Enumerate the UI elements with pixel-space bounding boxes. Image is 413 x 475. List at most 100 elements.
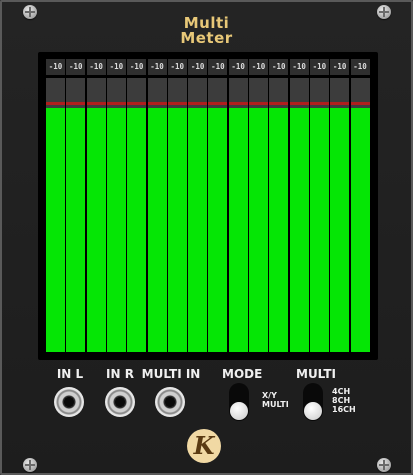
meter-display: -10 -10 -10 -10 -10 -10 -10 -10 -10 -10 -10 -10 -10-… [38,52,378,360]
meter-level-bar [86,108,106,352]
meter-track [309,78,329,352]
meter-channel-14: -10 [309,59,329,352]
meter-peak-indicator [350,102,370,105]
meter-db-label: -10 [66,59,86,75]
multi-option-16ch: 16CH [332,405,356,414]
module-title: Multi Meter [2,16,411,46]
meter-peak-indicator [46,102,65,105]
meter-level-bar [106,108,126,352]
meter-level-bar [228,108,248,352]
meter-track [147,78,167,352]
meter-level-bar [249,108,268,352]
meter-db-label: -10 [167,59,187,75]
meter-db-label: -10 [86,59,106,75]
meter-peak-indicator [309,102,329,105]
mode-switch[interactable] [229,383,249,421]
meter-track [350,78,370,352]
meter-track [289,78,309,352]
meter-channel-11: -10 [249,59,268,352]
meter-db-label: -10 [330,59,350,75]
multi-in-jack[interactable] [155,387,185,417]
meter-track [46,78,65,352]
meter-peak-indicator [66,102,86,105]
meter-db-label: -10 [147,59,167,75]
meter-track [330,78,350,352]
module-panel: Multi Meter -10 -10 -10 -10 -10 -10 -10 -10 -10-… [0,0,413,475]
meter-level-bar [208,108,228,352]
meter-channel-10: -10 [228,59,248,352]
meter-peak-indicator [208,102,228,105]
mode-switch-knob[interactable] [230,402,248,420]
meter-track [249,78,268,352]
meter-channel-4: -10 [106,59,126,352]
multi-option-8ch: 8CH [332,396,351,405]
meter-channel-13: -10 [289,59,309,352]
meter-channel-3: -10 [86,59,106,352]
meter-channel-5: -10 [127,59,147,352]
meter-level-bar [147,108,167,352]
meter-channel-2: -10 [66,59,86,352]
multi-switch-knob[interactable] [304,402,322,420]
meter-level-bar [46,108,65,352]
meter-level-bar [269,108,289,352]
screw-icon [377,458,391,472]
multi-option-4ch: 4CH [332,387,351,396]
meter-track [269,78,289,352]
meter-channel-12: -10 [269,59,289,352]
mode-options: X/Y MULTI [262,391,289,409]
multi-label: MULTI [296,367,336,381]
meter-peak-indicator [228,102,248,105]
mode-option-multi: MULTI [262,400,289,409]
meter-channel-1: -10 [46,59,65,352]
module-title-line2: Meter [180,29,233,47]
meter-track [127,78,147,352]
meter-peak-indicator [127,102,147,105]
meter-channel-7: -10 [167,59,187,352]
meter-level-bar [330,108,350,352]
multi-in-label: MULTI IN [141,367,201,381]
meter-channel-6: -10 [147,59,167,352]
meter-level-bar [66,108,86,352]
meter-level-bar [289,108,309,352]
meter-db-label: -10 [208,59,228,75]
meter-track [208,78,228,352]
meter-channel-9: -10 [208,59,228,352]
meter-peak-indicator [188,102,208,105]
meter-db-label: -10 [289,59,309,75]
meter-peak-indicator [147,102,167,105]
brand-logo: K [187,429,221,463]
meter-peak-indicator [249,102,268,105]
meter-level-bar [188,108,208,352]
in-r-jack[interactable] [105,387,135,417]
meter-level-bar [127,108,147,352]
meter-channel-16: -10 [350,59,370,352]
meter-level-bar [350,108,370,352]
in-l-label: IN L [56,367,84,381]
meter-level-bar [309,108,329,352]
meter-track [228,78,248,352]
meter-db-label: -10 [46,59,65,75]
meter-track [188,78,208,352]
mode-label: MODE [222,367,263,381]
meter-db-label: -10 [228,59,248,75]
meter-peak-indicator [167,102,187,105]
meter-channel-8: -10 [188,59,208,352]
meter-track [66,78,86,352]
meter-track [167,78,187,352]
meter-peak-indicator [86,102,106,105]
multi-options: 4CH 8CH 16CH [332,387,356,414]
meter-db-label: -10 [269,59,289,75]
meter-db-label: -10 [249,59,268,75]
screw-icon [23,458,37,472]
meter-level-bar [167,108,187,352]
mode-option-xy: X/Y [262,391,277,400]
meter-peak-indicator [330,102,350,105]
meter-db-label: -10 [309,59,329,75]
meter-db-label: -10 [127,59,147,75]
meter-peak-indicator [106,102,126,105]
multi-channel-switch[interactable] [303,383,323,421]
meter-peak-indicator [289,102,309,105]
meter-channel-15: -10 [330,59,350,352]
in-l-jack[interactable] [54,387,84,417]
meter-peak-indicator [269,102,289,105]
